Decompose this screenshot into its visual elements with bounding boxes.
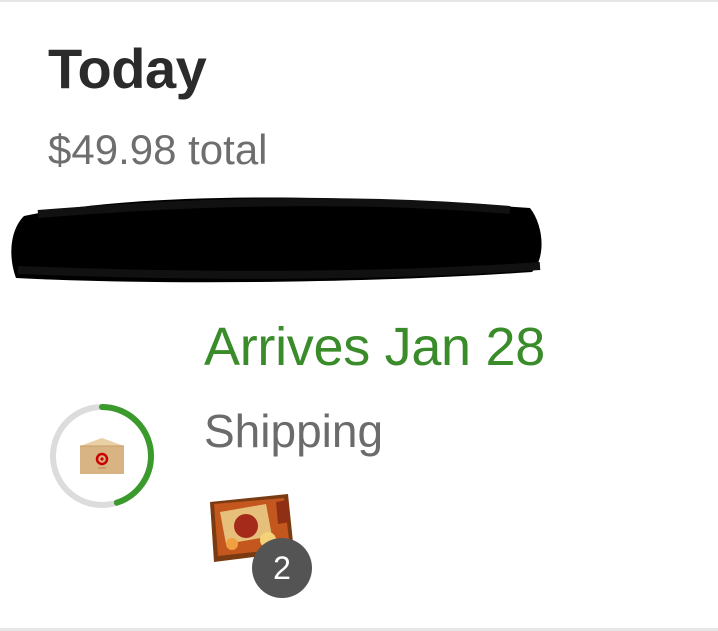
order-date-title: Today	[48, 37, 207, 100]
arrival-date: Arrives Jan 28	[204, 317, 545, 377]
item-count-badge: 2	[252, 538, 312, 598]
shipping-progress-ring	[48, 402, 156, 510]
order-card[interactable]: Today $49.98 total Arrives Jan 28 Shippi…	[0, 0, 718, 631]
shipping-status: Shipping	[204, 405, 384, 457]
package-box-icon	[80, 438, 124, 474]
order-total: $49.98 total	[48, 126, 268, 173]
redacted-text	[11, 197, 542, 283]
